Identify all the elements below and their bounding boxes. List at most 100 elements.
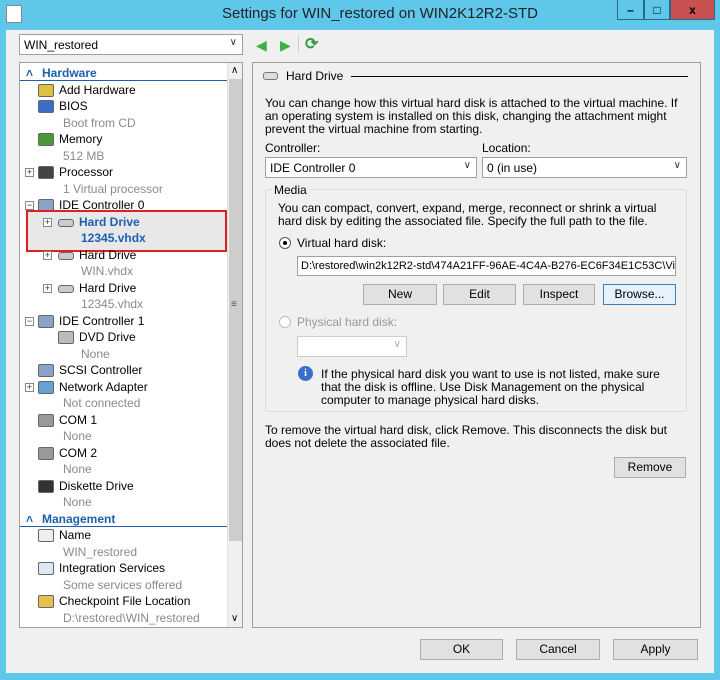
physical-disk-radio[interactable]	[279, 316, 291, 328]
hard-drive-icon	[58, 218, 74, 227]
location-value: 0 (in use)	[487, 161, 538, 175]
edit-button[interactable]: Edit	[443, 284, 516, 305]
checkpoint-folder-icon	[38, 595, 54, 608]
expand-toggle-icon[interactable]: +	[43, 217, 52, 227]
cancel-button[interactable]: Cancel	[516, 639, 600, 660]
vhd-radio[interactable]	[279, 237, 291, 249]
tree-item-label[interactable]: Memory	[59, 131, 102, 147]
window-title: Settings for WIN_restored on WIN2K12R2-S…	[222, 5, 538, 22]
inspect-button[interactable]: Inspect	[523, 284, 595, 305]
scroll-up-icon[interactable]: ∧	[231, 65, 238, 76]
controller-select[interactable]: IDE Controller 0 ∨	[265, 157, 477, 178]
physical-disk-label: Physical hard disk:	[297, 315, 398, 329]
chevron-down-icon: ∨	[463, 160, 471, 171]
chevron-down-icon: ∨	[229, 37, 237, 48]
title-bar: Settings for WIN_restored on WIN2K12R2-S…	[0, 0, 720, 30]
remove-text: To remove the virtual hard disk, click R…	[265, 423, 667, 450]
tree-item-label[interactable]: Add Hardware	[59, 82, 136, 98]
hard-drive-icon	[263, 72, 278, 80]
processor-icon	[38, 166, 54, 179]
intro-text: You can change how this virtual hard dis…	[265, 96, 678, 136]
tree-item-label[interactable]: Integration Services	[59, 560, 165, 576]
location-label: Location:	[482, 141, 531, 155]
tree-item-label[interactable]: IDE Controller 1	[59, 313, 144, 329]
tree-item-label[interactable]: Checkpoint File Location	[59, 593, 190, 609]
section-heading: Hard Drive	[286, 69, 344, 83]
tree-item-label[interactable]: COM 2	[59, 445, 97, 461]
tree-item-detail: Boot from CD	[63, 115, 136, 130]
tree-item-detail: Some services offered	[63, 577, 183, 592]
tree-item-label[interactable]: Hard Drive	[79, 247, 136, 263]
tree-item-detail: 12345.vhdx	[81, 297, 144, 311]
network-adapter-icon	[38, 380, 54, 394]
forward-arrow-icon[interactable]: ▶	[280, 37, 291, 54]
tree-item-detail: 512 MB	[63, 148, 105, 163]
refresh-icon[interactable]: ⟳	[305, 34, 318, 54]
tree-item-label[interactable]: DVD Drive	[79, 329, 136, 345]
dvd-drive-icon	[58, 331, 74, 344]
hard-drive-icon	[58, 284, 74, 293]
vhd-path-input[interactable]: D:\restored\win2k12R2-std\474A21FF-96AE-…	[297, 256, 676, 276]
chevron-down-icon: ∨	[673, 160, 681, 171]
ok-button[interactable]: OK	[420, 639, 503, 660]
tree-item-detail: 1 Virtual processor	[63, 181, 163, 196]
tree-item-detail: None	[63, 429, 92, 443]
remove-button[interactable]: Remove	[614, 457, 686, 478]
location-select[interactable]: 0 (in use) ∨	[482, 157, 687, 178]
browse-button[interactable]: Browse...	[603, 284, 676, 305]
info-text: If the physical hard disk you want to us…	[321, 367, 660, 407]
physical-disk-select[interactable]: ∨	[297, 336, 407, 357]
section-rule	[20, 525, 228, 527]
tree-item-label[interactable]: Diskette Drive	[59, 478, 134, 494]
tree-item-label[interactable]: SCSI Controller	[59, 362, 142, 378]
tree-item-detail: None	[63, 495, 92, 509]
tree-item-label[interactable]: Hard Drive	[79, 214, 140, 230]
name-icon	[38, 529, 54, 542]
tree-item-detail: Not connected	[63, 396, 141, 410]
minimize-button[interactable]: –	[617, 0, 644, 20]
tree-item-label[interactable]: BIOS	[59, 98, 88, 114]
bios-icon	[38, 100, 54, 113]
toolbar-divider	[298, 36, 299, 52]
com-port-icon	[38, 413, 54, 427]
back-arrow-icon[interactable]: ◀	[256, 37, 267, 54]
new-button[interactable]: New	[363, 284, 437, 305]
tree-section-management[interactable]: Management	[42, 511, 115, 527]
expand-toggle-icon[interactable]: +	[25, 168, 34, 177]
add-hardware-icon	[38, 83, 54, 97]
tree-section-hardware[interactable]: Hardware	[42, 65, 97, 81]
maximize-button[interactable]: □	[644, 0, 670, 20]
close-button[interactable]: x	[670, 0, 715, 20]
section-collapse-icon[interactable]: ˄	[26, 65, 33, 81]
tree-item-label[interactable]: Name	[59, 527, 91, 543]
grip-icon: ≡	[231, 299, 237, 310]
scsi-controller-icon	[38, 364, 54, 377]
expand-toggle-icon[interactable]: +	[43, 283, 52, 293]
expand-toggle-icon[interactable]: −	[25, 316, 34, 326]
info-icon: i	[298, 366, 313, 381]
vm-selector[interactable]: WIN_restored ∨	[19, 34, 243, 55]
vhd-label: Virtual hard disk:	[297, 236, 387, 250]
scroll-down-icon[interactable]: ∨	[231, 613, 238, 624]
memory-icon	[38, 133, 54, 146]
tree-item-label[interactable]: Network Adapter	[59, 379, 148, 395]
details-panel: Hard Drive You can change how this virtu…	[252, 62, 701, 628]
integration-services-icon	[38, 562, 54, 575]
tree-item-label[interactable]: COM 1	[59, 412, 97, 428]
settings-tree[interactable]: ˄ Hardware Add Hardware BIOS Boot from CD Mem…	[19, 62, 243, 628]
expand-toggle-icon[interactable]: +	[25, 382, 34, 392]
tree-scrollbar[interactable]: ∧ ≡ ∨	[227, 63, 242, 627]
apply-button[interactable]: Apply	[613, 639, 698, 660]
tree-item-detail: WIN.vhdx	[81, 264, 134, 278]
media-label: Media	[272, 183, 309, 197]
tree-item-detail: None	[63, 462, 92, 476]
hard-drive-icon	[58, 251, 74, 260]
expand-toggle-icon[interactable]: +	[43, 250, 52, 260]
tree-item-label[interactable]: Hard Drive	[79, 280, 136, 296]
scroll-thumb[interactable]	[229, 79, 242, 541]
com-port-icon	[38, 446, 54, 460]
tree-item-detail: D:\restored\WIN_restored	[63, 610, 200, 625]
controller-value: IDE Controller 0	[270, 161, 356, 175]
tree-item-label[interactable]: Processor	[59, 164, 113, 180]
section-collapse-icon[interactable]: ˄	[26, 511, 33, 527]
